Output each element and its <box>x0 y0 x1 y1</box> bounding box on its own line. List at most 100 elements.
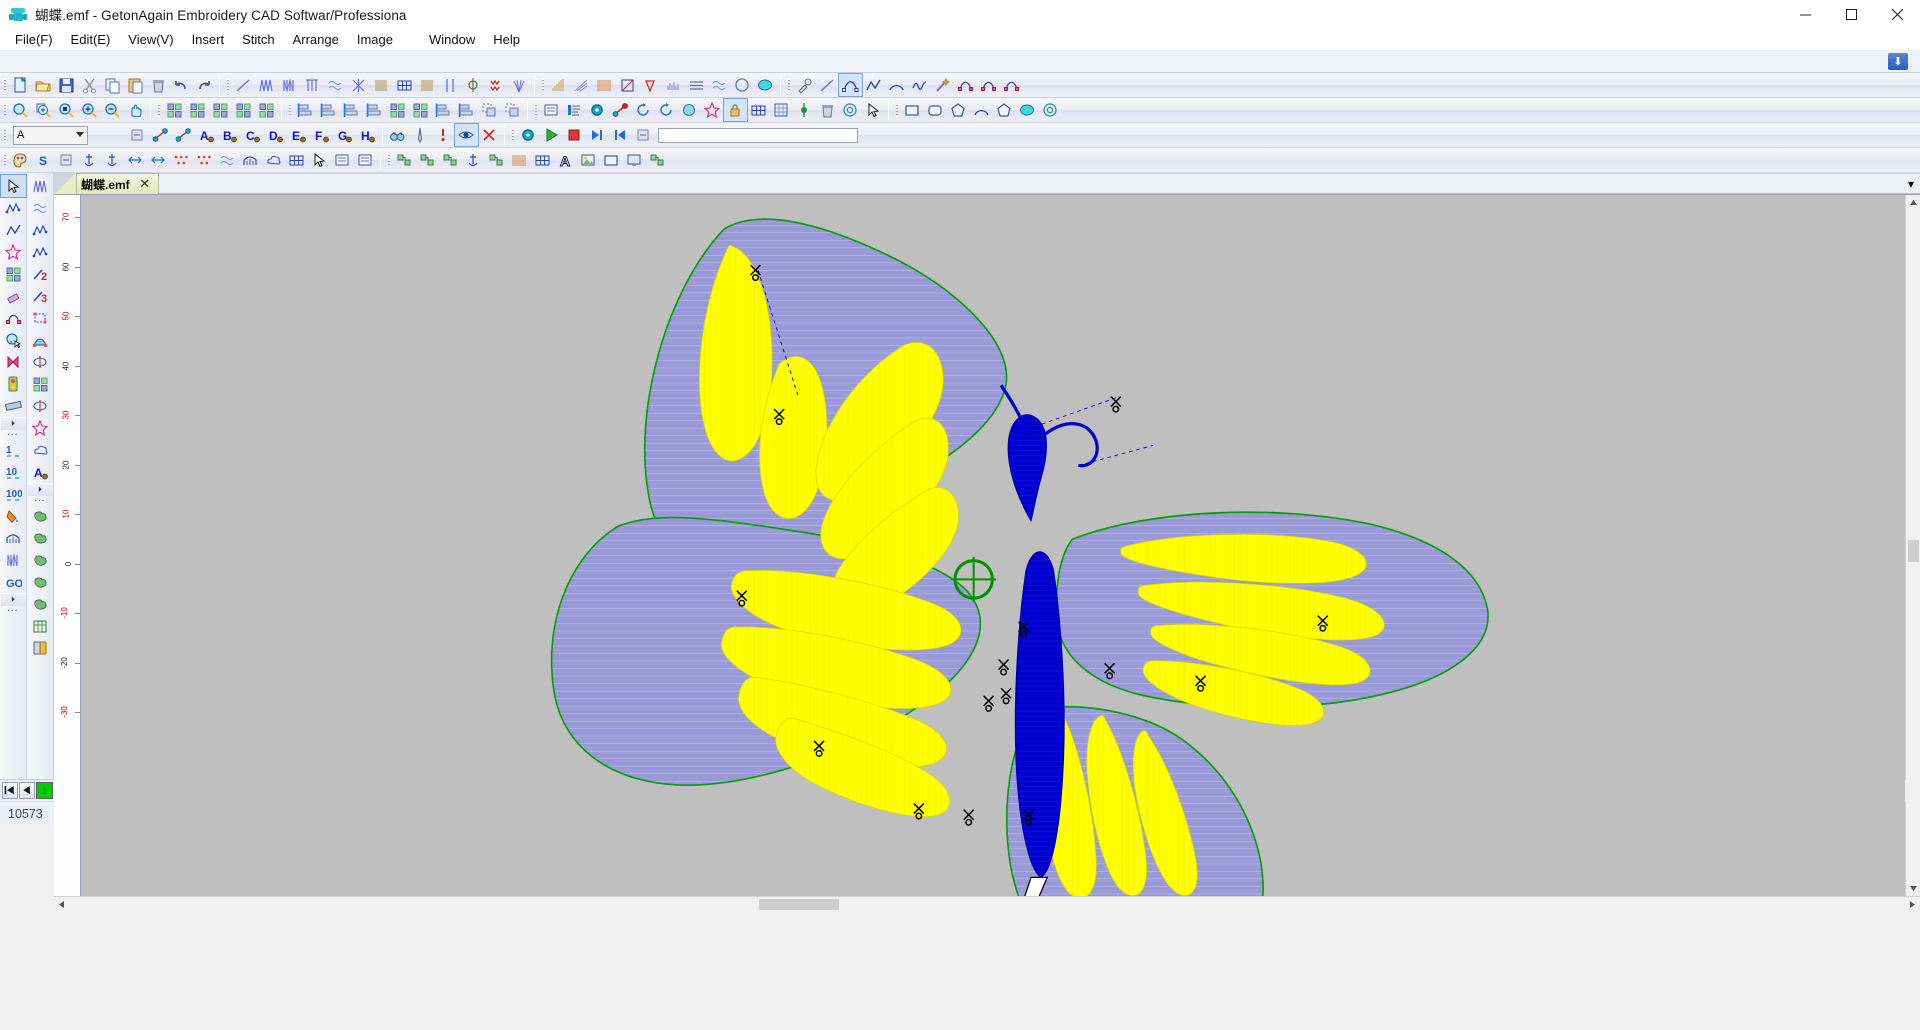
line-3-path-icon[interactable]: 3 <box>28 285 53 307</box>
scroll-down-icon[interactable] <box>1906 881 1920 897</box>
horizontal-scroll-track[interactable] <box>69 897 1905 911</box>
blob-slice-icon[interactable] <box>28 593 53 615</box>
cloud-outline-icon[interactable] <box>28 439 53 461</box>
node-marker-icon[interactable] <box>609 99 632 121</box>
toolbar-grip[interactable] <box>0 125 9 145</box>
stitch-progress-bar[interactable] <box>658 127 858 143</box>
toolbar-grip[interactable] <box>0 150 9 170</box>
menu-insert[interactable]: Insert <box>183 30 234 49</box>
line-stack-icon[interactable] <box>685 74 708 96</box>
pan-hand-icon[interactable] <box>124 99 147 121</box>
mirror-merge-icon[interactable] <box>1 263 26 285</box>
spiral-fill-icon[interactable] <box>639 74 662 96</box>
dropper-icon[interactable] <box>793 74 816 96</box>
document-tab[interactable]: 蝴蝶.emf ✕ <box>76 173 159 194</box>
sequence-view-icon[interactable] <box>563 99 586 121</box>
letter-g-icon[interactable]: G <box>333 124 356 146</box>
x-hide-icon[interactable] <box>478 124 501 146</box>
ungroup-objects-icon[interactable] <box>501 99 524 121</box>
delete-node-icon[interactable] <box>816 99 839 121</box>
manual-stitch-icon[interactable] <box>439 74 462 96</box>
shape-combine-icon[interactable] <box>508 149 531 171</box>
color-wheel-icon[interactable] <box>839 99 862 121</box>
zoom-selection-icon[interactable] <box>55 99 78 121</box>
new-file-icon[interactable] <box>9 74 32 96</box>
letter-f-icon[interactable]: F <box>310 124 333 146</box>
paint-bucket-icon[interactable] <box>1 505 26 527</box>
step-100-icon[interactable]: 100 <box>1 483 26 505</box>
toolbar-grip[interactable] <box>223 75 232 95</box>
grid-toggle-icon[interactable] <box>747 99 770 121</box>
object-props-icon[interactable] <box>540 99 563 121</box>
distribute-h-icon[interactable] <box>432 99 455 121</box>
toolbar-expand-icon[interactable]: ⏵ <box>0 593 26 606</box>
vertical-scroll-thumb[interactable] <box>1908 540 1919 562</box>
letter-a-icon[interactable]: A <box>195 124 218 146</box>
toolbar-grip[interactable] <box>384 150 393 170</box>
table-tool-icon[interactable] <box>28 615 53 637</box>
arrow-cursor-icon[interactable] <box>308 149 331 171</box>
circle-outline-icon[interactable] <box>731 74 754 96</box>
cut-scissors-icon[interactable] <box>78 74 101 96</box>
slope-fill-icon[interactable] <box>570 74 593 96</box>
menu-window[interactable]: Window <box>420 30 484 49</box>
zigzag-path-icon[interactable] <box>28 175 53 197</box>
chevron-down-icon[interactable] <box>76 131 84 137</box>
digitize-line-icon[interactable] <box>1 197 26 219</box>
align-right-icon[interactable] <box>317 99 340 121</box>
frame-tool-icon[interactable] <box>600 149 623 171</box>
horizontal-scroll-thumb[interactable] <box>759 899 839 911</box>
letter-d-icon[interactable]: D <box>264 124 287 146</box>
step-back-icon[interactable] <box>609 124 632 146</box>
branch-tool-icon[interactable] <box>416 149 439 171</box>
step-1-icon[interactable]: 1 <box>1 439 26 461</box>
scroll-right-icon[interactable] <box>1905 897 1920 913</box>
notes-tool-icon[interactable] <box>354 149 377 171</box>
bridge-stitch-icon[interactable] <box>1 527 26 549</box>
menu-image[interactable]: Image <box>348 30 402 49</box>
ellipse-filled-icon[interactable] <box>754 74 777 96</box>
butterfly-embroidery-design[interactable] <box>81 195 1905 897</box>
satin-s-icon[interactable] <box>1 549 26 571</box>
center-vertical-icon[interactable] <box>232 99 255 121</box>
toolbar-grip[interactable] <box>531 100 540 120</box>
zoom-window-icon[interactable] <box>9 99 32 121</box>
stop-red-icon[interactable] <box>563 124 586 146</box>
node-edit-icon[interactable] <box>954 74 977 96</box>
scatter-dots-icon[interactable] <box>193 149 216 171</box>
vertical-scrollbar[interactable] <box>1905 195 1920 897</box>
digitize-polyline-icon[interactable] <box>1 219 26 241</box>
step-10-icon[interactable]: 10 <box>1 461 26 483</box>
letter-h-icon[interactable]: H <box>356 124 379 146</box>
applique-stitch-icon[interactable] <box>462 74 485 96</box>
wave-path-icon[interactable] <box>28 197 53 219</box>
zoom-in-icon[interactable] <box>78 99 101 121</box>
traffic-light-icon[interactable] <box>1 373 26 395</box>
group-objects-icon[interactable] <box>478 99 501 121</box>
tatami-fill-icon[interactable] <box>416 74 439 96</box>
flip-v-icon[interactable] <box>147 149 170 171</box>
merge-tool-icon[interactable] <box>439 149 462 171</box>
mirror-vertical-icon[interactable] <box>186 99 209 121</box>
palette-icon[interactable] <box>9 149 32 171</box>
menu-arrange[interactable]: Arrange <box>284 30 348 49</box>
menu-help[interactable]: Help <box>484 30 529 49</box>
pentagon-shape-icon[interactable] <box>993 99 1016 121</box>
symmetry-tool-icon[interactable] <box>28 351 53 373</box>
maximize-icon[interactable] <box>1828 0 1874 28</box>
cross-stitch-icon[interactable] <box>347 74 370 96</box>
go-tool-icon[interactable]: GO <box>1 571 26 593</box>
star-burst-icon[interactable] <box>28 417 53 439</box>
prev-color-icon[interactable] <box>19 782 35 799</box>
lettering-link-icon[interactable] <box>149 124 172 146</box>
wave-line-icon[interactable] <box>216 149 239 171</box>
copy-pages-icon[interactable] <box>101 74 124 96</box>
device-tool-icon[interactable] <box>646 149 669 171</box>
menu-stitch[interactable]: Stitch <box>233 30 284 49</box>
book-tool-icon[interactable] <box>28 637 53 659</box>
color-dot-icon[interactable] <box>586 99 609 121</box>
zoom-in-box-icon[interactable] <box>32 99 55 121</box>
satin-stitch-icon[interactable] <box>278 74 301 96</box>
menu-edit[interactable]: Edit(E) <box>62 30 120 49</box>
magnifier-select-icon[interactable] <box>1 329 26 351</box>
